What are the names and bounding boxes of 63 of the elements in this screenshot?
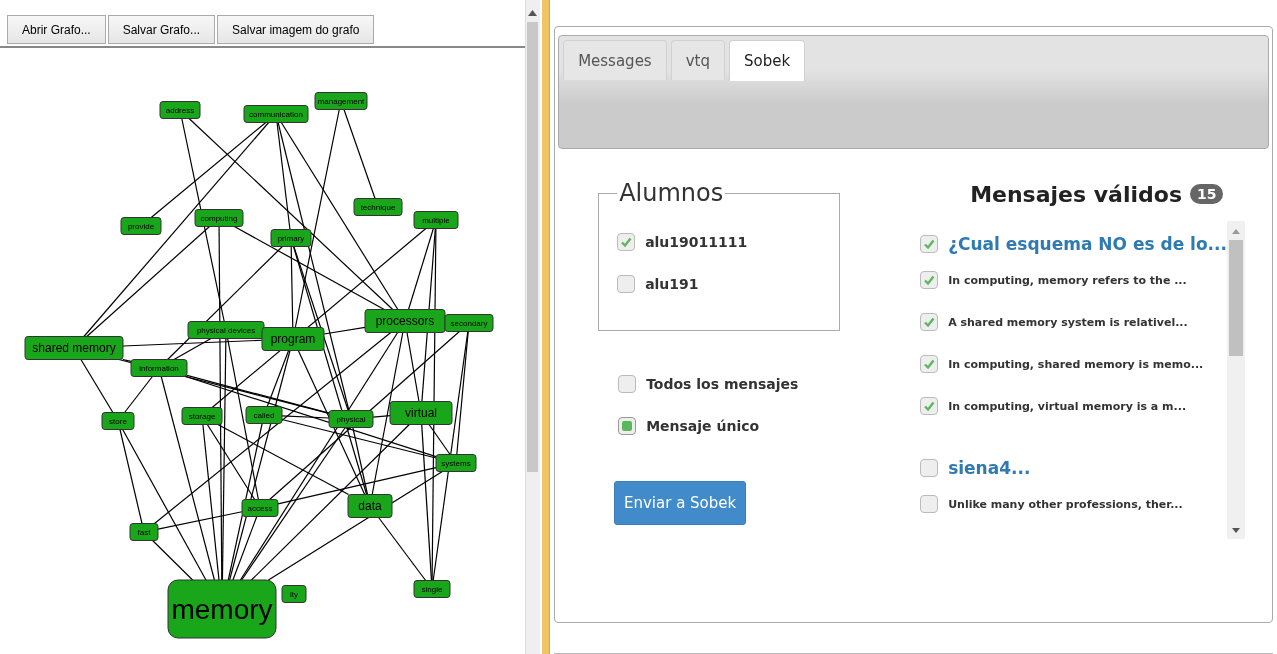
graph-node[interactable]: management (314, 92, 368, 110)
message-text: In computing, virtual memory is a m... (948, 399, 1187, 413)
graph-node[interactable]: data (347, 494, 393, 518)
option-checkbox[interactable] (618, 417, 637, 435)
checkbox[interactable] (920, 397, 939, 415)
graph-node[interactable]: address (159, 101, 201, 119)
graph-node[interactable]: access (241, 499, 279, 517)
graph-node[interactable]: virtual (389, 401, 453, 425)
graph-node[interactable]: primary (270, 229, 312, 247)
group-legend: Alumnos (617, 179, 726, 207)
checkbox[interactable] (920, 235, 939, 253)
scroll-down-icon[interactable] (1232, 528, 1240, 533)
graph-node[interactable]: shared memory (24, 336, 124, 360)
scroll-up-icon[interactable] (528, 10, 538, 16)
graph-node[interactable]: physical (328, 410, 374, 428)
graph-node[interactable]: multiple (413, 211, 459, 229)
graph-node[interactable]: computing (194, 209, 244, 227)
graph-node[interactable]: information (130, 359, 188, 377)
graph-node[interactable]: systems (435, 454, 477, 472)
checkbox[interactable] (617, 275, 636, 293)
graph-node[interactable]: store (101, 412, 135, 430)
message-text: In computing, shared memory is memo... (948, 357, 1204, 371)
student-name: alu191 (645, 276, 699, 292)
graph-node[interactable]: program (261, 327, 325, 351)
toolbar-button[interactable]: Salvar Grafo... (107, 15, 216, 44)
option-label: Todos los mensajes (646, 376, 799, 392)
option-label: Mensaje único (646, 418, 760, 434)
graph-node[interactable]: provide (120, 217, 162, 235)
panel-title: Mensajes válidos (970, 181, 1182, 207)
checkbox[interactable] (920, 355, 939, 373)
graph-node[interactable]: storage (181, 407, 223, 425)
scrollbar[interactable] (1227, 221, 1245, 539)
tab[interactable]: Messages (563, 40, 667, 80)
tab[interactable]: Sobek (728, 40, 806, 81)
edge-line (80, 358, 114, 414)
message-heading: siena4... (948, 458, 1031, 478)
message-text: In computing, memory refers to the ... (948, 273, 1187, 287)
graph-node[interactable]: called (245, 406, 283, 424)
checkbox[interactable] (920, 271, 939, 289)
toolbar-button[interactable]: Salvar imagem do grafo (217, 15, 375, 44)
message-text: A shared memory system is relativel... (948, 315, 1188, 329)
graph-node[interactable]: memory (167, 579, 277, 639)
checkbox[interactable] (920, 459, 939, 477)
graph-node[interactable]: secondary (444, 314, 494, 332)
graph-node[interactable]: processors (364, 309, 446, 333)
graph-node[interactable]: communication (243, 105, 309, 123)
send-button[interactable]: Enviar a Sobek (614, 481, 747, 525)
count-badge: 15 (1190, 184, 1224, 204)
toolbar-button[interactable]: Abrir Grafo... (7, 15, 106, 44)
graph-node[interactable]: ity (281, 585, 307, 603)
tab[interactable]: vtq (670, 40, 725, 80)
checkbox[interactable] (920, 495, 939, 513)
message-heading: ¿Cual esquema NO es de lo... (948, 234, 1227, 254)
student-name: alu19011111 (645, 234, 748, 250)
message-text: Unlike many other professions, ther... (948, 497, 1183, 511)
graph-node[interactable]: technique (353, 198, 403, 216)
graph-node[interactable]: fast (129, 523, 159, 541)
option-checkbox[interactable] (618, 375, 637, 393)
checkbox[interactable] (617, 233, 636, 251)
scrollbar[interactable] (525, 0, 540, 654)
checkbox[interactable] (920, 313, 939, 331)
graph-node[interactable]: physical devices (187, 321, 265, 339)
graph-node[interactable]: single (413, 580, 451, 598)
